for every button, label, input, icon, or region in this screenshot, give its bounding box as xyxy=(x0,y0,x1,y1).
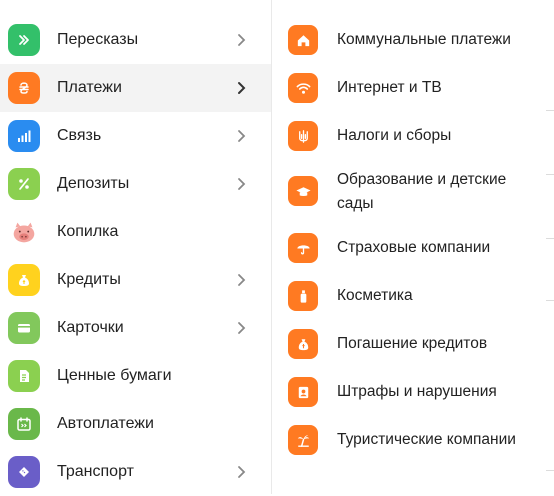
menu-item-cards[interactable]: Карточки xyxy=(0,304,271,352)
menu-item-transfers[interactable]: Пересказы xyxy=(0,16,271,64)
background-edge xyxy=(546,174,554,175)
main-menu: Пересказы Платежи Связь Депозиты Копилка xyxy=(0,0,271,494)
menu-item-label: Копилка xyxy=(57,223,119,240)
submenu-item-label: Туристические компании xyxy=(337,431,516,448)
menu-item-connection[interactable]: Связь xyxy=(0,112,271,160)
chevron-right-icon xyxy=(235,33,249,47)
menu-item-label: Кредиты xyxy=(57,271,121,288)
card-icon xyxy=(8,312,40,344)
house-icon xyxy=(288,25,318,55)
percent-icon xyxy=(8,168,40,200)
menu-item-label: Пересказы xyxy=(57,31,139,48)
double-chevron-icon xyxy=(8,24,40,56)
submenu-item-label: Интернет и ТВ xyxy=(337,79,442,96)
submenu-item-label-line2: сады xyxy=(337,195,374,212)
palm-tree-icon xyxy=(288,425,318,455)
submenu-item-fines[interactable]: Штрафы и нарушения xyxy=(272,376,554,408)
trident-icon xyxy=(288,121,318,151)
chevron-right-icon xyxy=(235,81,249,95)
submenu-item-label: Налоги и сборы xyxy=(337,127,452,144)
menu-item-securities[interactable]: Ценные бумаги xyxy=(0,352,271,400)
bottle-icon xyxy=(288,281,318,311)
submenu-item-education[interactable]: Образование и детские сады xyxy=(272,168,554,216)
menu-item-label: Ценные бумаги xyxy=(57,367,172,384)
money-bag-icon xyxy=(288,329,318,359)
umbrella-icon xyxy=(288,233,318,263)
chevron-right-icon xyxy=(235,273,249,287)
submenu-item-label-line1: Образование и детские xyxy=(337,171,507,188)
menu-item-transport[interactable]: Транспорт xyxy=(0,448,271,496)
menu-item-credits[interactable]: Кредиты xyxy=(0,256,271,304)
submenu-item-utilities[interactable]: Коммунальные платежи xyxy=(272,24,554,56)
chevron-right-icon xyxy=(235,177,249,191)
submenu-item-label: Коммунальные платежи xyxy=(337,31,511,48)
graduation-cap-icon xyxy=(288,176,318,206)
piggy-bank-icon xyxy=(8,216,40,248)
submenu-item-label: Штрафы и нарушения xyxy=(337,383,497,400)
chevron-right-icon xyxy=(235,129,249,143)
submenu-item-loan-repayment[interactable]: Погашение кредитов xyxy=(272,328,554,360)
chevron-right-icon xyxy=(235,465,249,479)
menu-item-label: Связь xyxy=(57,127,102,144)
payments-submenu: Коммунальные платежи Интернет и ТВ Налог… xyxy=(272,0,554,494)
menu-item-label: Автоплатежи xyxy=(57,415,154,432)
signal-bars-icon xyxy=(8,120,40,152)
document-icon xyxy=(8,360,40,392)
menu-item-payments[interactable]: Платежи xyxy=(0,64,271,112)
submenu-item-label: Косметика xyxy=(337,287,413,304)
hryvnia-icon xyxy=(8,72,40,104)
menu-item-label: Депозиты xyxy=(57,175,130,192)
menu-item-label: Транспорт xyxy=(57,463,134,480)
background-edge xyxy=(546,238,554,239)
submenu-item-label: Погашение кредитов xyxy=(337,335,488,352)
menu-item-label: Карточки xyxy=(57,319,124,336)
submenu-item-insurance[interactable]: Страховые компании xyxy=(272,232,554,264)
submenu-item-label: Страховые компании xyxy=(337,239,491,256)
id-badge-icon xyxy=(288,377,318,407)
menu-item-deposits[interactable]: Депозиты xyxy=(0,160,271,208)
background-edge xyxy=(546,470,554,471)
submenu-item-taxes[interactable]: Налоги и сборы xyxy=(272,120,554,152)
wifi-icon xyxy=(288,73,318,103)
background-edge xyxy=(546,300,554,301)
menu-item-piggy-bank[interactable]: Копилка xyxy=(0,208,271,256)
submenu-item-cosmetics[interactable]: Косметика xyxy=(272,280,554,312)
submenu-item-internet-tv[interactable]: Интернет и ТВ xyxy=(272,72,554,104)
chevron-right-icon xyxy=(235,321,249,335)
menu-item-autopayments[interactable]: Автоплатежи xyxy=(0,400,271,448)
money-bag-icon xyxy=(8,264,40,296)
menu-item-label: Платежи xyxy=(57,79,122,96)
ticket-icon xyxy=(8,456,40,488)
calendar-icon xyxy=(8,408,40,440)
background-edge xyxy=(546,110,554,111)
submenu-item-tourism[interactable]: Туристические компании xyxy=(272,424,554,456)
